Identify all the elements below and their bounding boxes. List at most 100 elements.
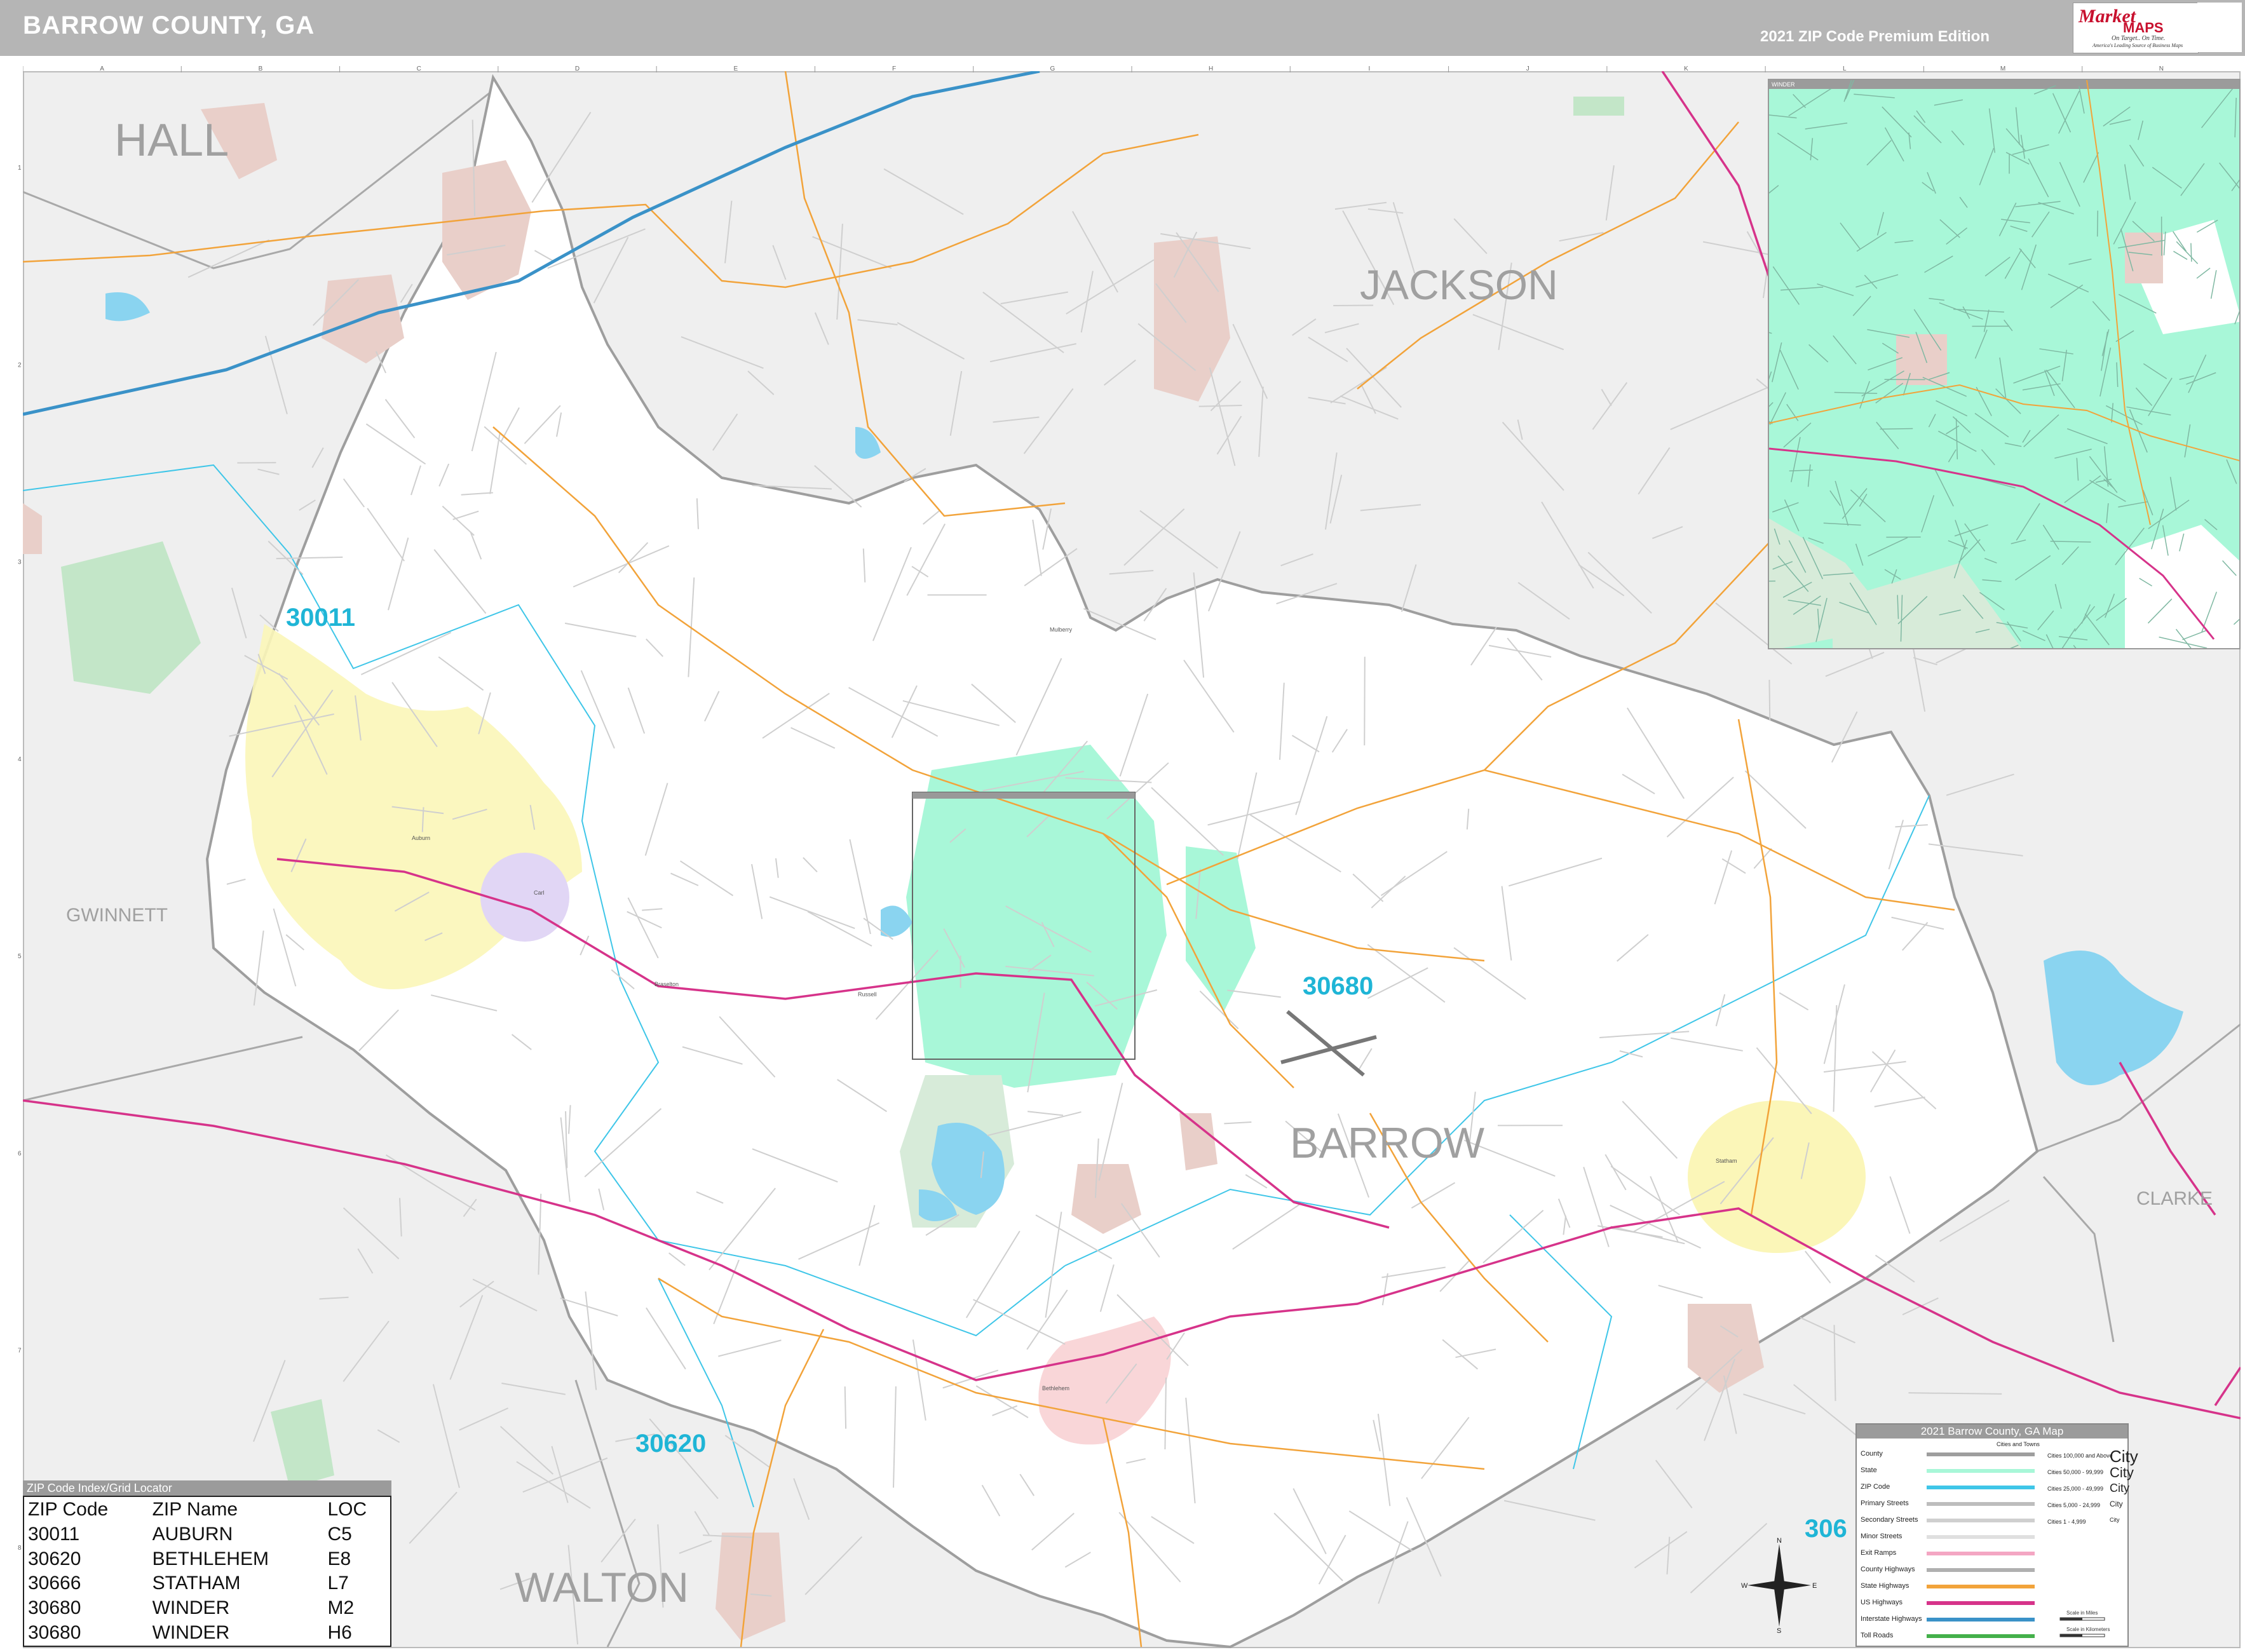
street-segment xyxy=(1946,773,2014,796)
street-segment xyxy=(343,1207,400,1260)
legend-item-swatch xyxy=(1927,1486,2035,1489)
inset-street-segment xyxy=(2084,613,2110,646)
grid-row-label: 3 xyxy=(18,559,22,566)
market-maps-logo: Market MAPS On Target.. On Time. America… xyxy=(2073,3,2199,53)
inset-street-segment xyxy=(1835,480,1849,526)
inset-street-segment xyxy=(2066,428,2108,445)
legend-item-swatch xyxy=(1927,1601,2035,1605)
street-segment xyxy=(681,336,764,369)
street-segment xyxy=(377,1429,400,1443)
street-segment xyxy=(1743,1393,1806,1415)
inset-street-segment xyxy=(2169,477,2177,511)
header-bar: BARROW COUNTY, GA 2021 ZIP Code Premium … xyxy=(0,0,2245,56)
inset-street-segment xyxy=(2179,375,2194,380)
zip-index-col-zip: ZIP Code xyxy=(28,1498,109,1520)
inset-street-segment xyxy=(1981,449,1995,466)
inset-street-segment xyxy=(2152,166,2182,189)
street-segment xyxy=(844,1386,847,1429)
compass-rose: N S E W xyxy=(1741,1538,1817,1633)
inset-street-segment xyxy=(1840,222,1861,250)
street-segment xyxy=(1334,201,1387,210)
street-segment xyxy=(1280,553,1313,567)
inset-street-segment xyxy=(2022,630,2045,642)
street-segment xyxy=(694,1511,710,1536)
street-segment xyxy=(1232,323,1268,399)
legend-item-label: Primary Streets xyxy=(1861,1500,1909,1507)
zip-index-col-loc: LOC xyxy=(327,1498,367,1520)
street-segment xyxy=(1472,314,1564,351)
inset-street-segment xyxy=(2042,524,2059,550)
street-segment xyxy=(679,1540,712,1554)
street-segment xyxy=(1292,318,1317,336)
inset-street-segment xyxy=(1769,185,1779,194)
zip-label-30680: 30680 xyxy=(1303,972,1374,1000)
zip-loc-cell: L7 xyxy=(327,1573,349,1594)
inset-street-segment xyxy=(2129,144,2145,167)
legend-item-swatch xyxy=(1927,1618,2035,1622)
inset-street-segment xyxy=(2047,273,2089,293)
inset-street-segment xyxy=(1921,495,1935,532)
inset-street-segment xyxy=(1805,122,1848,130)
inset-street-segment xyxy=(1983,309,1990,332)
legend-city-sample: City xyxy=(2110,1482,2129,1494)
inset-street-segment xyxy=(1913,115,1942,144)
street-segment xyxy=(1768,679,1771,721)
street-segment xyxy=(1655,1459,1693,1508)
winder-inset-map[interactable]: WINDER xyxy=(1768,79,2241,649)
street-segment xyxy=(1541,501,1594,589)
legend-item-swatch xyxy=(1927,1585,2035,1588)
inset-street-segment xyxy=(1984,256,2011,277)
inset-street-segment xyxy=(1934,99,1964,106)
inset-street-segment xyxy=(2021,244,2037,290)
inset-street-segment xyxy=(2124,164,2131,200)
zip-loc-cell: E8 xyxy=(327,1548,351,1569)
street-segment xyxy=(1346,348,1402,408)
street-segment xyxy=(793,1478,810,1520)
street-segment xyxy=(1401,564,1417,613)
inset-street-segment xyxy=(1952,416,1971,434)
inset-street-segment xyxy=(2012,144,2049,155)
inset-street-segment xyxy=(1772,502,1799,513)
place-braselton: Braselton xyxy=(655,981,679,987)
street-segment xyxy=(1638,447,1671,495)
inset-street-segment xyxy=(2001,219,2030,224)
inset-street-segment xyxy=(1855,274,1899,288)
street-segment xyxy=(982,292,1064,353)
inset-street-segment xyxy=(2004,320,2013,332)
zip-label-30620: 30620 xyxy=(635,1430,707,1458)
street-segment xyxy=(1360,504,1421,511)
inset-street-segment xyxy=(2045,634,2054,648)
place-mulberry: Mulberry xyxy=(1050,626,1073,633)
inset-street-segment xyxy=(1959,196,1968,208)
zip-label-30011: 30011 xyxy=(286,604,356,632)
inset-street-segment xyxy=(1769,371,1772,380)
inset-street-segment xyxy=(2092,301,2110,322)
inset-street-segment xyxy=(2010,226,2028,232)
legend-item-swatch xyxy=(1927,1502,2035,1506)
inset-street-segment xyxy=(2059,161,2080,207)
zip-cell: 30680 xyxy=(28,1597,81,1619)
zip-index-header-row: ZIP Code ZIP Name LOC xyxy=(24,1496,391,1522)
legend-item-label: Exit Ramps xyxy=(1861,1549,1897,1557)
inset-street-segment xyxy=(1855,543,1864,566)
inset-street-segment xyxy=(2050,541,2091,543)
inset-street-segment xyxy=(2019,248,2036,269)
legend-item-label: Secondary Streets xyxy=(1861,1516,1918,1524)
street-segment xyxy=(897,322,965,360)
inset-street-segment xyxy=(2064,475,2101,503)
street-segment xyxy=(1109,569,1154,575)
grid-row-label: 5 xyxy=(18,953,22,960)
compass-e: E xyxy=(1812,1582,1817,1590)
inset-street-segment xyxy=(1927,172,1936,194)
street-segment xyxy=(712,413,738,451)
zip-loc-cell: M2 xyxy=(327,1597,355,1619)
inset-street-segment xyxy=(1784,499,1800,532)
legend-item-label: County Highways xyxy=(1861,1566,1915,1573)
zip-index-table: ZIP Code ZIP Name LOC 30011 AUBURN C5 30… xyxy=(23,1496,391,1647)
inset-street-segment xyxy=(1894,240,1913,243)
street-segment xyxy=(1800,1317,1855,1344)
inset-street-segment xyxy=(2058,636,2088,640)
place-auburn: Auburn xyxy=(412,835,431,841)
zip-loc-cell: C5 xyxy=(327,1523,352,1545)
street-segment xyxy=(1601,389,1612,407)
